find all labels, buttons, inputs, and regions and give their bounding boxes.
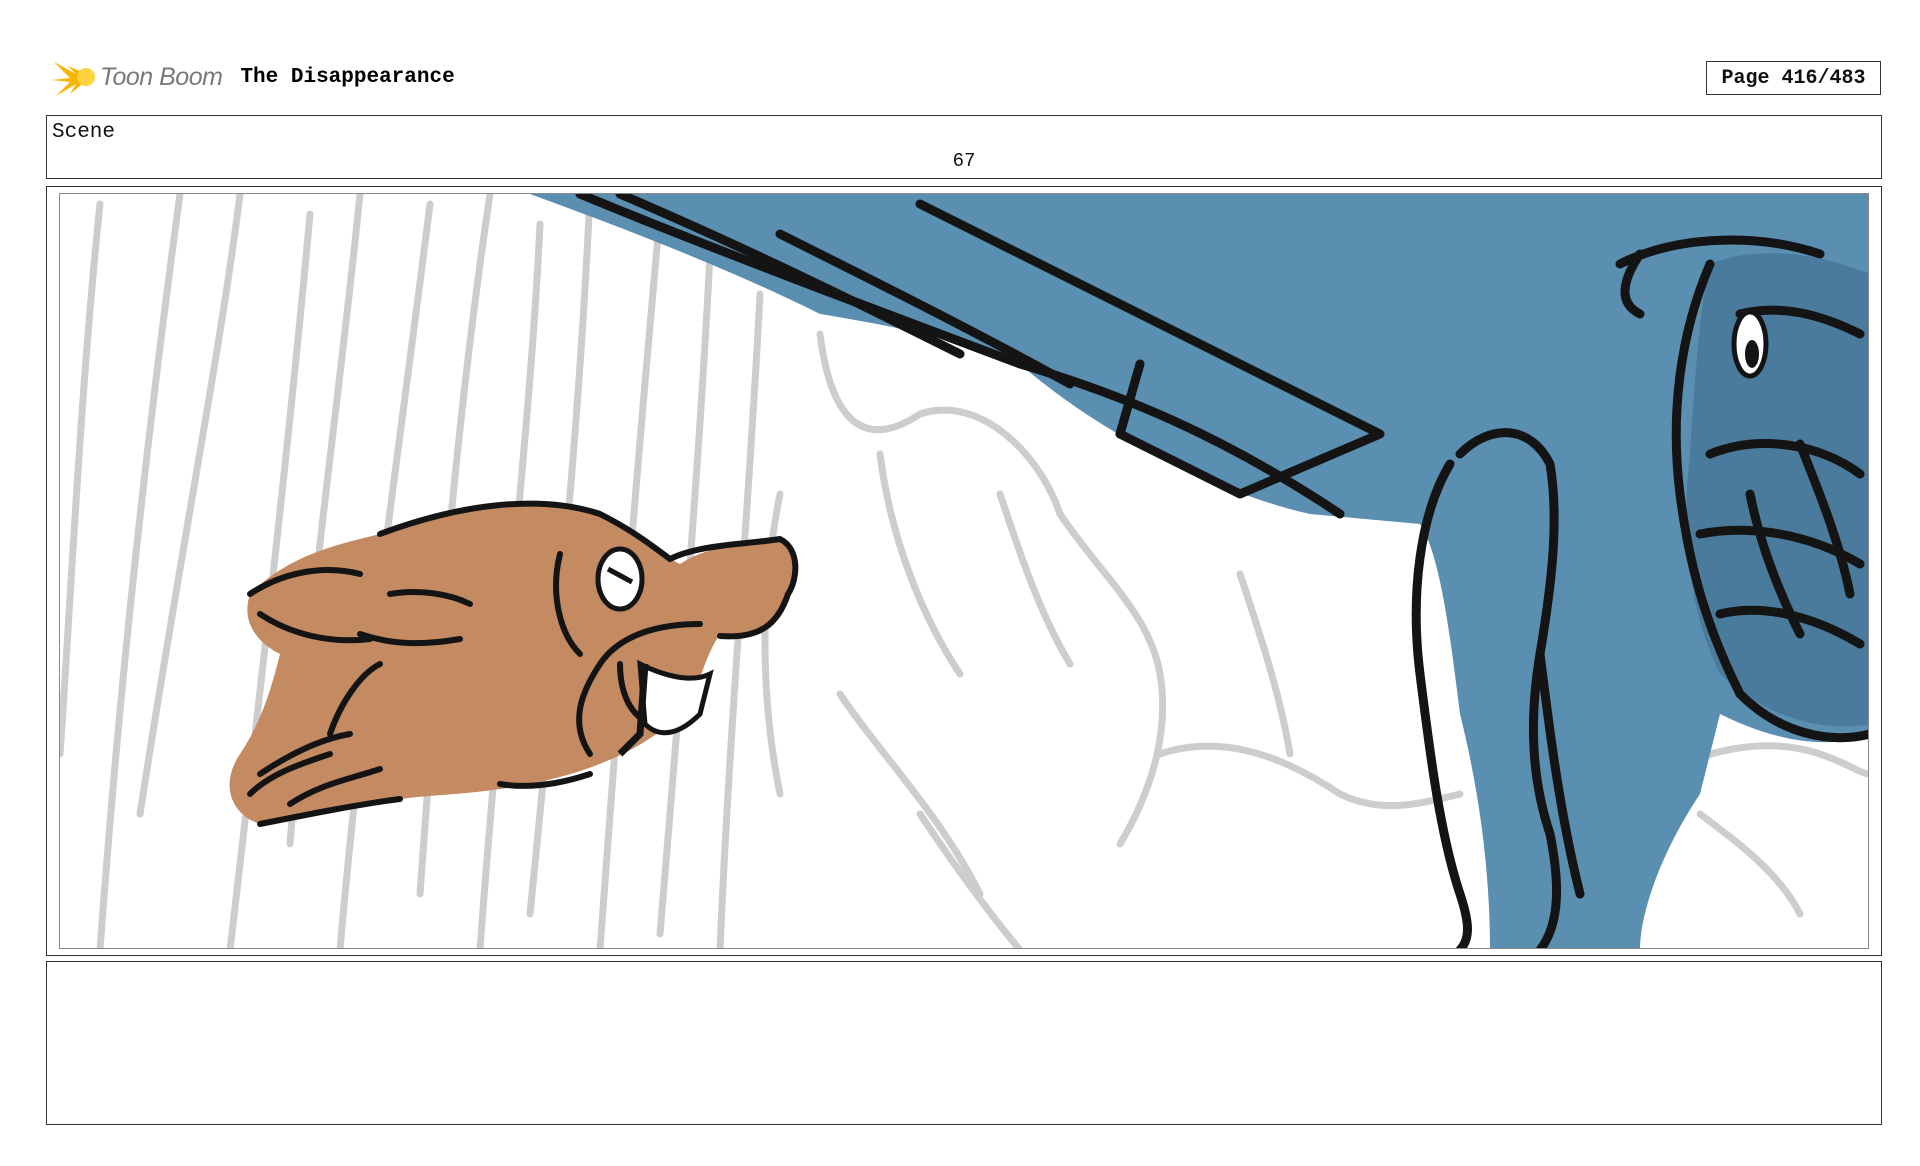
scene-box: Scene 67 xyxy=(46,115,1882,179)
brand-name: Toon Boom xyxy=(100,62,223,91)
scene-number: 67 xyxy=(952,150,976,172)
storyboard-panel xyxy=(46,186,1882,956)
brown-dog xyxy=(229,500,799,827)
panel-notes-box xyxy=(46,961,1882,1125)
panel-drawing xyxy=(60,194,1868,948)
toon-boom-logo: Toon Boom xyxy=(48,52,223,102)
header: Toon Boom The Disappearance xyxy=(48,52,455,102)
panel-image xyxy=(59,193,1869,949)
scene-label: Scene xyxy=(52,121,116,144)
project-title: The Disappearance xyxy=(240,65,455,89)
page-counter: Page 416/483 xyxy=(1706,61,1881,95)
sunburst-icon xyxy=(52,62,95,96)
